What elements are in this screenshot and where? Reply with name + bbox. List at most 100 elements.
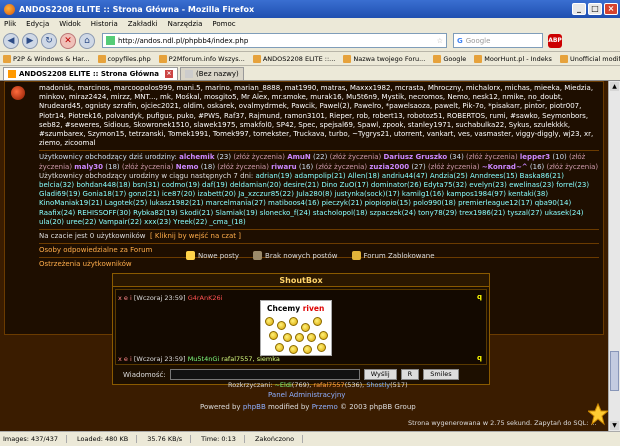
bookmark-item[interactable]: P2Mforum.info Wszys... <box>158 54 245 63</box>
lock-icon <box>351 251 361 260</box>
smiley-icon <box>313 317 322 326</box>
powered-by: Powered by phpBB modified by Przemo © 20… <box>200 403 416 411</box>
menu-view[interactable]: Widok <box>59 20 81 28</box>
reload-icon[interactable]: ↻ <box>41 32 57 49</box>
birthday-user[interactable]: Nemo <box>176 163 199 171</box>
home-icon[interactable]: ⌂ <box>79 32 95 49</box>
divider <box>39 150 599 152</box>
birthday-user[interactable]: riwaru <box>271 163 296 171</box>
url-text: http://andos.ndl.pl/phpbb4/index.php <box>118 36 249 45</box>
smiley-icon <box>275 343 284 352</box>
wishes-link[interactable]: (złóż życzenia) <box>122 163 174 171</box>
url-bar[interactable]: http://andos.ndl.pl/phpbb4/index.php ☆ <box>102 33 447 48</box>
tab-label: ANDOS2208 ELITE :: Strona Główna <box>19 70 159 78</box>
quote-icon[interactable]: q <box>477 354 482 362</box>
legend-new-posts: Nowe posty <box>186 251 239 260</box>
message-label: Wiadomość: <box>123 370 166 379</box>
status-loaded: Loaded: 480 KB <box>77 435 138 443</box>
smiley-icon <box>295 333 304 342</box>
wishes-link[interactable]: (złóż życzenia) <box>217 163 269 171</box>
shout-text: rafal7557, siemka <box>221 355 280 363</box>
window-title-bar: ANDOS2208 ELITE :: Strona Główna - Mozil… <box>0 0 620 18</box>
shout-author[interactable]: G4rAnK26i <box>188 294 223 302</box>
forum-legend: Nowe posty Brak nowych postów Forum Zabl… <box>186 251 449 260</box>
bookmark-icon <box>97 54 106 63</box>
shout-message: x e i [Wczoraj 23:59] G4rAnK26i <box>118 294 223 302</box>
menu-edit[interactable]: Edycja <box>26 20 49 28</box>
birthday-user[interactable]: zuzia2000 <box>369 163 409 171</box>
wishes-link[interactable]: (złóż życzenia) <box>315 163 367 171</box>
legend-locked: Forum Zablokowane <box>351 251 435 260</box>
bookmark-item[interactable]: Nazwa twojego Foru... <box>343 54 425 63</box>
smiley-icon <box>269 331 278 340</box>
star-icon[interactable]: ☆ <box>437 37 443 45</box>
bookmark-item[interactable]: copyfiles.php <box>97 54 151 63</box>
no-new-posts-icon <box>253 251 263 260</box>
online-users-list: madonisk, marcinos, marcoopolos999, mani… <box>39 84 594 148</box>
wishes-link[interactable]: (złóż życzenia) <box>428 163 480 171</box>
menu-bookmarks[interactable]: Zakładki <box>128 20 158 28</box>
menu-tools[interactable]: Narzędzia <box>168 20 203 28</box>
forward-icon[interactable]: ▶ <box>22 32 38 49</box>
przemo-link[interactable]: Przemo <box>312 403 338 411</box>
shout-actions[interactable]: x e i <box>118 294 132 302</box>
shout-actions[interactable]: x e i <box>118 355 132 363</box>
birthday-user[interactable]: AmuN <box>287 153 311 161</box>
google-icon: G <box>457 36 463 45</box>
shouter-name[interactable]: ~Eldi <box>274 381 291 389</box>
menu-file[interactable]: Plik <box>4 20 16 28</box>
vertical-scrollbar[interactable]: ▲ ▼ <box>608 81 620 431</box>
birthday-user[interactable]: maly30 <box>74 163 103 171</box>
minimize-button[interactable]: _ <box>572 3 586 15</box>
adblock-icon[interactable]: ABP <box>548 33 562 48</box>
birthday-user[interactable]: alchemik <box>179 153 214 161</box>
tab-close-icon[interactable]: × <box>165 70 173 78</box>
back-icon[interactable]: ◀ <box>3 32 19 49</box>
send-button[interactable]: Wyślij <box>363 369 397 380</box>
bookmark-item[interactable]: MoorHunt.pl - Indeks <box>474 54 552 63</box>
shoutbox-messages[interactable]: x e i [Wczoraj 23:59] G4rAnK26i q Chcemy… <box>115 289 487 365</box>
wishes-link[interactable]: (złóż życzenia) <box>330 153 382 161</box>
wishes-link[interactable]: (złóż życzenia) <box>466 153 518 161</box>
warnings-link[interactable]: Ostrzeżenia użytkowników <box>39 260 599 269</box>
scroll-down-icon[interactable]: ▼ <box>610 421 619 430</box>
search-input[interactable]: G Google <box>453 33 543 48</box>
divider <box>39 229 599 231</box>
menu-history[interactable]: Historia <box>91 20 118 28</box>
scroll-up-icon[interactable]: ▲ <box>610 82 619 91</box>
decoration-icon <box>588 403 608 426</box>
status-images: Images: 437/437 <box>3 435 68 443</box>
smiles-button[interactable]: Smiles <box>423 369 459 380</box>
tab-andos[interactable]: ANDOS2208 ELITE :: Strona Główna × <box>3 67 178 80</box>
birthday-user[interactable]: Dariusz Gruszko <box>383 153 447 161</box>
bookmark-item[interactable]: Google <box>433 54 466 63</box>
bookmark-item[interactable]: P2P & Windows & Har... <box>3 54 90 63</box>
close-button[interactable]: × <box>604 3 618 15</box>
shouter-name[interactable]: Shostly <box>366 381 390 389</box>
new-posts-icon <box>186 251 195 260</box>
birthday-user[interactable]: ~Konrad~^ <box>482 163 528 171</box>
wishes-link[interactable]: (złóż życzenia) <box>233 153 285 161</box>
bookmark-item[interactable]: ANDOS2208 ELITE ::... <box>252 54 335 63</box>
smiley-icon <box>289 317 298 326</box>
wishes-link[interactable]: (złóż życzenia) <box>547 163 599 171</box>
scroll-thumb[interactable] <box>610 351 619 391</box>
smiley-icon <box>265 317 274 326</box>
birthday-user[interactable]: lepper3 <box>520 153 550 161</box>
maximize-button[interactable]: □ <box>588 3 602 15</box>
bookmark-item[interactable]: Unofficial modification... <box>559 54 620 63</box>
search-placeholder: Google <box>465 36 491 45</box>
shout-author[interactable]: Mu5t4nGi <box>188 355 220 363</box>
admin-panel-link[interactable]: Panel Administracyjny <box>268 391 345 399</box>
shouter-name[interactable]: rafal7557 <box>313 381 344 389</box>
phpbb-link[interactable]: phpBB <box>243 403 266 411</box>
shoutbox-title: ShoutBox <box>113 274 489 287</box>
refresh-button[interactable]: R <box>400 369 420 380</box>
smiley-icon <box>317 343 326 352</box>
chat-link[interactable]: [ Kliknij by wejść na czat ] <box>150 232 241 240</box>
quote-icon[interactable]: q <box>477 293 482 301</box>
message-input[interactable] <box>169 369 360 380</box>
tab-untitled[interactable]: (Bez nazwy) <box>180 67 244 80</box>
stop-icon[interactable]: ✕ <box>60 32 76 49</box>
menu-help[interactable]: Pomoc <box>212 20 235 28</box>
